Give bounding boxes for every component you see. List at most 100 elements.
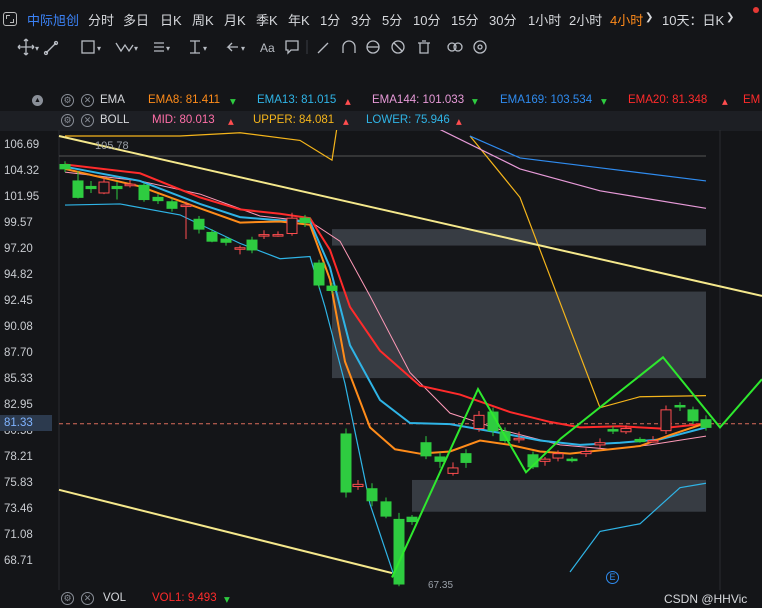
- candle-body: [447, 467, 459, 474]
- candle: [258, 230, 270, 239]
- ruler-icon[interactable]: [190, 40, 200, 54]
- candle: [111, 182, 123, 200]
- candle-body: [406, 516, 418, 523]
- rect-icon[interactable]: [81, 40, 95, 54]
- boll-legend: ⚙ ✕ BOLL MID: 80.013 ▴ UPPER: 84.081 ▴ L…: [0, 111, 762, 131]
- collapse-icon[interactable]: ▲: [32, 95, 43, 106]
- y-tick-label: 94.82: [4, 269, 33, 281]
- tab-日K[interactable]: 日K: [160, 10, 182, 29]
- settings-icon[interactable]: ⚙: [61, 114, 74, 127]
- move-icon[interactable]: [17, 38, 35, 56]
- ema169-dir: ▾: [601, 96, 607, 108]
- tab-分时[interactable]: 分时: [88, 10, 114, 29]
- resistance-trendline: [58, 135, 762, 297]
- settings-icon[interactable]: ⚙: [61, 94, 74, 107]
- tab-月K[interactable]: 月K: [224, 10, 246, 29]
- tab-4小时[interactable]: 4小时: [610, 10, 643, 29]
- arrow-icon[interactable]: [226, 42, 238, 52]
- candle-body: [366, 488, 378, 502]
- notification-dot: [753, 7, 759, 13]
- tab-10天日K[interactable]: 10天：日K: [662, 10, 724, 29]
- link-icon[interactable]: [447, 42, 463, 52]
- y-tick-label: 90.08: [4, 320, 33, 333]
- ema-legend: ▲ ⚙ ✕ EMA EMA8: 81.411 ▾ EMA13: 81.015 ▴…: [0, 91, 762, 111]
- candle-body: [434, 456, 446, 462]
- close-icon[interactable]: ✕: [81, 94, 94, 107]
- y-tick-label: 106.69: [4, 139, 40, 151]
- support-trendline: [58, 488, 393, 575]
- candle: [72, 171, 84, 199]
- ema144-dir: ▾: [472, 96, 478, 108]
- tab-5分[interactable]: 5分: [382, 10, 402, 29]
- ema144-label: EMA144: 101.033: [372, 94, 465, 106]
- candle: [580, 448, 592, 457]
- vol1-label: VOL1: 9.493: [152, 592, 217, 604]
- zone-box: [412, 479, 706, 512]
- channel-icon[interactable]: [154, 42, 164, 52]
- candle: [447, 462, 459, 476]
- candle-body: [272, 234, 284, 237]
- tab-10分[interactable]: 10分: [413, 10, 440, 29]
- y-tick-label: 82.95: [4, 399, 33, 412]
- chevron-down-icon[interactable]: ❯: [645, 12, 653, 23]
- candle-body: [700, 419, 712, 428]
- vol1-dir: ▾: [224, 594, 230, 606]
- tab-1小时[interactable]: 1小时: [528, 10, 561, 29]
- restore-window-icon[interactable]: [3, 12, 17, 26]
- candle: [366, 483, 378, 507]
- tab-3分[interactable]: 3分: [351, 10, 371, 29]
- tab-多日[interactable]: 多日: [123, 10, 149, 29]
- boll-upper-dir: ▴: [343, 116, 349, 128]
- hide-icon[interactable]: [391, 40, 405, 54]
- ema169-label: EMA169: 103.534: [500, 94, 593, 106]
- tab-1分[interactable]: 1分: [320, 10, 340, 29]
- candle: [272, 231, 284, 237]
- delete-icon[interactable]: [418, 40, 430, 54]
- candle-body: [166, 201, 178, 209]
- zone-box: [332, 291, 706, 379]
- candle-body: [674, 404, 686, 408]
- candle: [594, 438, 606, 449]
- candle-body: [660, 409, 672, 432]
- settings-icon[interactable]: [473, 40, 487, 54]
- candle-body: [473, 414, 485, 429]
- boll-lower-line: [64, 203, 396, 579]
- candle-body: [539, 458, 551, 462]
- ema20-label: EMA20: 81.348: [628, 94, 708, 106]
- chevron-down-icon[interactable]: ❯: [726, 12, 734, 23]
- magnet-icon[interactable]: [342, 40, 356, 53]
- tab-周K[interactable]: 周K: [192, 10, 214, 29]
- stock-name[interactable]: 中际旭创: [27, 10, 79, 29]
- candle-body: [72, 180, 84, 198]
- candle: [152, 194, 164, 204]
- rotate-icon[interactable]: [366, 40, 380, 54]
- tab-30分[interactable]: 30分: [489, 10, 516, 29]
- tab-2小时[interactable]: 2小时: [569, 10, 602, 29]
- svg-text:▾: ▾: [134, 44, 138, 53]
- candle-body: [111, 185, 123, 190]
- candle: [420, 436, 432, 460]
- candle: [234, 245, 246, 255]
- zone-box: [332, 229, 706, 246]
- timeframe-toolbar: 中际旭创 分时 多日 日K 周K 月K 季K 年K 1分 3分 5分 10分 1…: [0, 0, 762, 36]
- candle: [393, 512, 405, 587]
- wave-icon[interactable]: [115, 42, 134, 53]
- comment-icon[interactable]: [285, 40, 299, 55]
- candlestick-chart[interactable]: [0, 130, 762, 590]
- close-icon[interactable]: ✕: [81, 114, 94, 127]
- text-icon[interactable]: Aa: [260, 41, 275, 55]
- event-icon[interactable]: E: [606, 571, 619, 584]
- svg-text:▾: ▾: [203, 44, 207, 53]
- tab-季K[interactable]: 季K: [256, 10, 278, 29]
- line-icon[interactable]: [43, 40, 59, 56]
- candle: [380, 497, 392, 519]
- close-icon[interactable]: ✕: [81, 592, 94, 605]
- y-tick-label: 73.46: [4, 502, 33, 515]
- candle-body: [138, 184, 150, 201]
- settings-icon[interactable]: ⚙: [61, 592, 74, 605]
- tab-年K[interactable]: 年K: [288, 10, 310, 29]
- pen-icon[interactable]: [317, 42, 329, 54]
- candle: [660, 405, 672, 434]
- tab-15分[interactable]: 15分: [451, 10, 478, 29]
- y-tick-label: 85.33: [4, 372, 33, 385]
